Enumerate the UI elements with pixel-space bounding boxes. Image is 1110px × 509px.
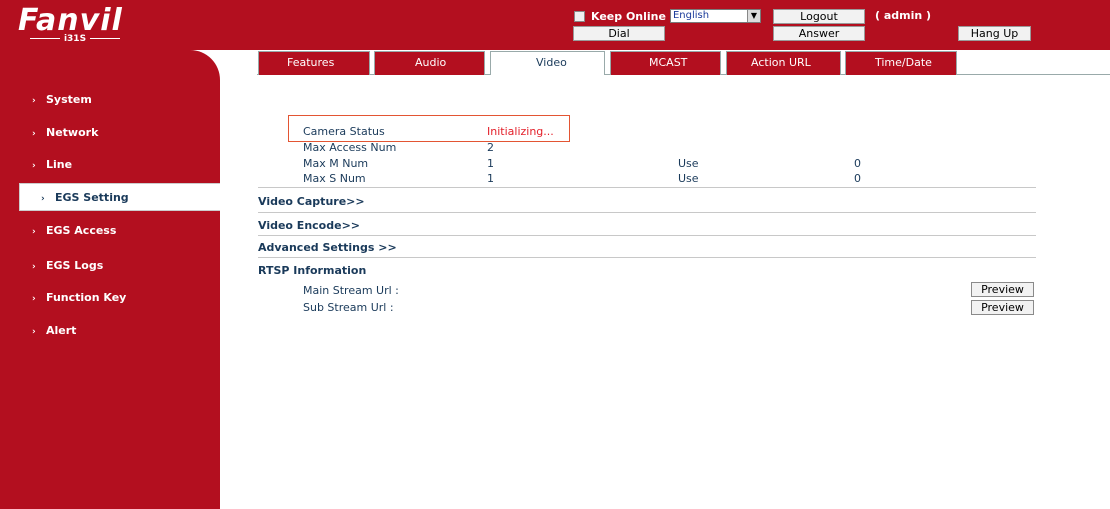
- sidebar-item-label: Alert: [46, 324, 77, 337]
- keep-online-group: Keep Online English ▼: [574, 9, 761, 23]
- max-s-use-value: 0: [854, 172, 861, 185]
- tab-features[interactable]: Features: [258, 51, 370, 75]
- sidebar-item-egs-logs[interactable]: › EGS Logs: [6, 252, 220, 280]
- fanvil-logo: Fanvil i31S: [18, 6, 138, 46]
- rtsp-information-heading: RTSP Information: [258, 264, 367, 277]
- divider: [258, 257, 1036, 258]
- sub-stream-url-label: Sub Stream Url :: [303, 301, 394, 314]
- sidebar-item-label: EGS Setting: [55, 191, 129, 204]
- max-access-value: 2: [487, 141, 494, 154]
- chevron-right-icon: ›: [32, 227, 36, 237]
- sidebar-item-line[interactable]: › Line: [6, 151, 220, 179]
- main-content: Camera Status Initializing... Max Access…: [220, 75, 1110, 509]
- tab-time-date[interactable]: Time/Date: [845, 51, 957, 75]
- main-stream-url-label: Main Stream Url :: [303, 284, 399, 297]
- hang-up-button[interactable]: Hang Up: [958, 26, 1031, 41]
- sidebar-item-label: Line: [46, 158, 73, 171]
- chevron-right-icon: ›: [32, 262, 36, 272]
- sidebar-item-label: Function Key: [46, 291, 127, 304]
- sidebar-item-egs-setting[interactable]: › EGS Setting: [19, 183, 226, 211]
- max-m-use-label: Use: [678, 157, 699, 170]
- brand-name: Fanvil: [18, 3, 123, 38]
- keep-online-checkbox[interactable]: [574, 10, 585, 22]
- model-name: i31S: [20, 34, 130, 44]
- chevron-right-icon: ›: [32, 327, 36, 337]
- chevron-right-icon: ›: [41, 194, 45, 204]
- chevron-right-icon: ›: [32, 129, 36, 139]
- chevron-right-icon: ›: [32, 161, 36, 171]
- header-bar: Fanvil i31S Keep Online English ▼ Logout…: [0, 0, 1110, 50]
- max-m-use-value: 0: [854, 157, 861, 170]
- sub-stream-preview-button[interactable]: Preview: [971, 300, 1034, 315]
- sidebar: › System › Network › Line › EGS Setting › EGS…: [0, 50, 226, 509]
- divider: [258, 212, 1036, 213]
- tab-bar: Features Audio Video MCAST Action URL Ti…: [220, 50, 1110, 76]
- dial-button[interactable]: Dial: [573, 26, 665, 41]
- sidebar-item-label: EGS Logs: [46, 259, 104, 272]
- language-value: English: [672, 10, 710, 21]
- tab-action-url[interactable]: Action URL: [726, 51, 841, 75]
- divider: [258, 187, 1036, 188]
- tab-audio[interactable]: Audio: [374, 51, 485, 75]
- max-s-label: Max S Num: [303, 172, 366, 185]
- video-capture-link[interactable]: Video Capture>>: [258, 195, 365, 208]
- admin-label: ( admin ): [875, 9, 932, 22]
- main-stream-preview-button[interactable]: Preview: [971, 282, 1034, 297]
- advanced-settings-link[interactable]: Advanced Settings >>: [258, 241, 397, 254]
- language-select[interactable]: English ▼: [669, 9, 761, 23]
- chevron-right-icon: ›: [32, 96, 36, 106]
- answer-button[interactable]: Answer: [773, 26, 865, 41]
- sidebar-item-network[interactable]: › Network: [6, 119, 220, 147]
- sidebar-item-function-key[interactable]: › Function Key: [6, 284, 220, 312]
- max-s-value: 1: [487, 172, 494, 185]
- sidebar-item-alert[interactable]: › Alert: [6, 317, 220, 345]
- video-encode-link[interactable]: Video Encode>>: [258, 219, 360, 232]
- max-s-use-label: Use: [678, 172, 699, 185]
- sidebar-item-label: System: [46, 93, 92, 106]
- chevron-down-icon[interactable]: ▼: [746, 10, 760, 22]
- max-m-label: Max M Num: [303, 157, 369, 170]
- logout-button[interactable]: Logout: [773, 9, 865, 24]
- camera-status-label: Camera Status: [303, 125, 385, 138]
- camera-status-value: Initializing...: [487, 125, 554, 138]
- chevron-right-icon: ›: [32, 294, 36, 304]
- sidebar-item-label: EGS Access: [46, 224, 117, 237]
- divider: [258, 235, 1036, 236]
- sidebar-item-system[interactable]: › System: [6, 86, 220, 114]
- max-access-label: Max Access Num: [303, 141, 397, 154]
- sidebar-item-label: Network: [46, 126, 99, 139]
- sidebar-item-egs-access[interactable]: › EGS Access: [6, 217, 220, 245]
- keep-online-label: Keep Online: [591, 9, 666, 23]
- tab-mcast[interactable]: MCAST: [610, 51, 721, 75]
- tab-video[interactable]: Video: [490, 51, 605, 76]
- max-m-value: 1: [487, 157, 494, 170]
